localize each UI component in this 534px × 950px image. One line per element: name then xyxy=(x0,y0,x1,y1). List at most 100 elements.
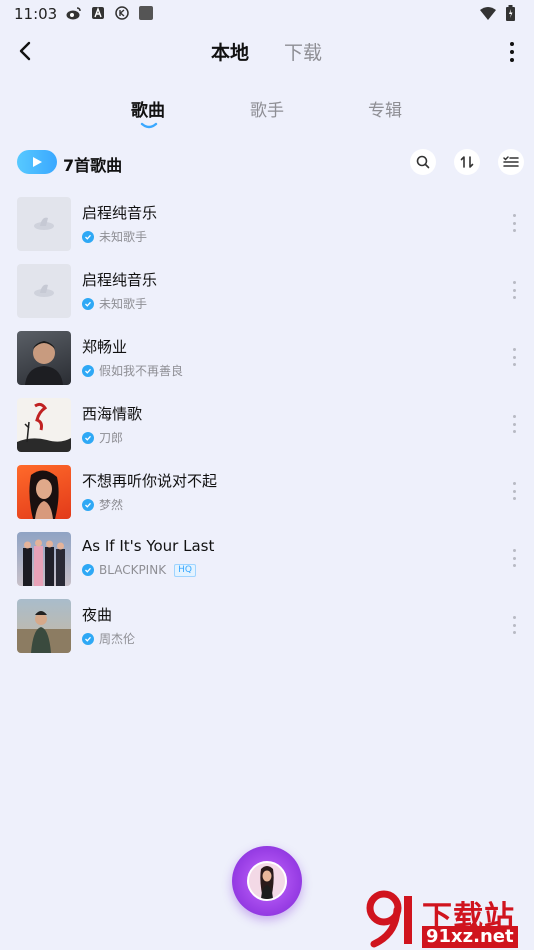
more-dot-icon xyxy=(512,489,516,493)
tab-songs[interactable]: 歌曲 xyxy=(131,96,165,121)
more-dot-icon xyxy=(510,58,514,62)
more-dot-icon xyxy=(512,363,516,366)
song-more-button[interactable] xyxy=(511,482,517,500)
verified-check-icon xyxy=(82,632,94,645)
multi-select-button[interactable] xyxy=(498,149,524,175)
more-dot-icon xyxy=(512,229,516,232)
status-time: 11:03 xyxy=(14,5,58,23)
album-cover-art xyxy=(23,539,65,586)
song-meta: 梦然 xyxy=(82,496,123,513)
play-all-bar: 7首歌曲 xyxy=(0,146,534,178)
song-meta: 假如我不再善良 xyxy=(82,362,183,379)
mini-player-button[interactable] xyxy=(232,846,302,916)
more-dot-icon xyxy=(512,415,516,418)
search-icon xyxy=(416,155,430,169)
verified-check-icon xyxy=(82,431,94,444)
back-arrow-icon xyxy=(19,41,31,61)
song-row[interactable]: 郑畅业 假如我不再善良 xyxy=(0,324,534,391)
song-meta: 未知歌手 xyxy=(82,228,147,245)
song-title: As If It's Your Last xyxy=(82,537,215,555)
sub-tabs: 歌曲 歌手 专辑 xyxy=(0,92,534,132)
song-title: 启程纯音乐 xyxy=(82,271,158,289)
album-cover-art xyxy=(25,341,63,385)
album-cover-art xyxy=(17,611,71,653)
now-playing-art xyxy=(260,866,274,899)
watermark-logo-icon xyxy=(366,890,412,948)
album-cover xyxy=(17,331,71,385)
verified-check-icon xyxy=(82,564,94,576)
song-list: 启程纯音乐 未知歌手 启程纯音乐 未知歌手 郑畅业 假如我不再善良 西海情歌 刀… xyxy=(0,190,534,659)
a-app-icon xyxy=(90,5,106,21)
watermark-url: 91xz.net xyxy=(422,926,518,948)
weibo-icon xyxy=(66,5,82,21)
song-title: 西海情歌 xyxy=(82,405,143,423)
play-icon xyxy=(33,157,42,167)
song-artist: 未知歌手 xyxy=(99,230,148,244)
song-row[interactable]: 不想再听你说对不起 梦然 xyxy=(0,458,534,525)
more-dot-icon xyxy=(512,348,516,351)
song-more-button[interactable] xyxy=(511,281,517,299)
more-dot-icon xyxy=(512,482,516,485)
more-dot-icon xyxy=(512,497,516,500)
verified-check-icon xyxy=(82,364,94,377)
song-artist: 刀郎 xyxy=(99,431,124,445)
k-app-icon xyxy=(114,5,130,21)
album-cover-art xyxy=(17,402,71,452)
song-more-button[interactable] xyxy=(511,415,517,433)
song-more-button[interactable] xyxy=(511,348,517,366)
more-dot-icon xyxy=(512,355,516,359)
music-placeholder-icon xyxy=(34,284,54,297)
back-button[interactable] xyxy=(10,36,40,66)
watermark: 下载站 91xz.net xyxy=(362,888,534,950)
wifi-icon xyxy=(480,5,496,21)
song-row[interactable]: 启程纯音乐 未知歌手 xyxy=(0,190,534,257)
song-artist: 未知歌手 xyxy=(99,297,148,311)
more-dot-icon xyxy=(512,296,516,299)
song-row[interactable]: 西海情歌 刀郎 xyxy=(0,391,534,458)
song-row[interactable]: 启程纯音乐 未知歌手 xyxy=(0,257,534,324)
more-dot-icon xyxy=(512,549,516,552)
song-meta: 未知歌手 xyxy=(82,295,147,312)
square-app-icon xyxy=(138,5,154,21)
more-dot-icon xyxy=(512,631,516,634)
song-row[interactable]: 夜曲 周杰伦 xyxy=(0,592,534,659)
tab-local[interactable]: 本地 xyxy=(211,38,249,65)
notification-icons xyxy=(66,5,154,21)
song-meta: 周杰伦 xyxy=(82,630,135,647)
tab-download[interactable]: 下载 xyxy=(284,38,322,65)
verified-check-icon xyxy=(82,498,94,511)
more-dot-icon xyxy=(512,288,516,292)
album-cover-art xyxy=(29,470,59,519)
battery-icon xyxy=(502,5,518,21)
more-dot-icon xyxy=(510,50,514,54)
song-meta: 刀郎 xyxy=(82,429,123,446)
album-cover-placeholder xyxy=(17,264,71,318)
song-more-button[interactable] xyxy=(511,616,517,634)
song-more-button[interactable] xyxy=(511,549,517,567)
more-dot-icon xyxy=(510,42,514,46)
active-tab-indicator xyxy=(140,122,158,129)
more-dot-icon xyxy=(512,214,516,217)
song-artist: 周杰伦 xyxy=(99,632,136,646)
tab-artists[interactable]: 歌手 xyxy=(250,96,284,121)
verified-check-icon xyxy=(82,230,94,243)
album-cover xyxy=(17,465,71,519)
album-cover xyxy=(17,532,71,586)
more-menu-button[interactable] xyxy=(504,38,520,66)
song-title: 郑畅业 xyxy=(82,338,128,356)
play-all-button[interactable] xyxy=(17,150,57,174)
top-header: 本地 下载 xyxy=(0,28,534,76)
verified-check-icon xyxy=(82,297,94,310)
song-artist: 假如我不再善良 xyxy=(99,364,184,378)
status-bar: 11:03 xyxy=(0,0,534,28)
search-button[interactable] xyxy=(410,149,436,175)
music-placeholder-icon xyxy=(34,217,54,230)
sort-icon xyxy=(460,156,474,168)
more-dot-icon xyxy=(512,564,516,567)
song-row[interactable]: As If It's Your Last BLACKPINK HQ xyxy=(0,525,534,592)
more-dot-icon xyxy=(512,422,516,426)
song-more-button[interactable] xyxy=(511,214,517,232)
more-dot-icon xyxy=(512,281,516,284)
sort-button[interactable] xyxy=(454,149,480,175)
tab-albums[interactable]: 专辑 xyxy=(368,96,402,121)
